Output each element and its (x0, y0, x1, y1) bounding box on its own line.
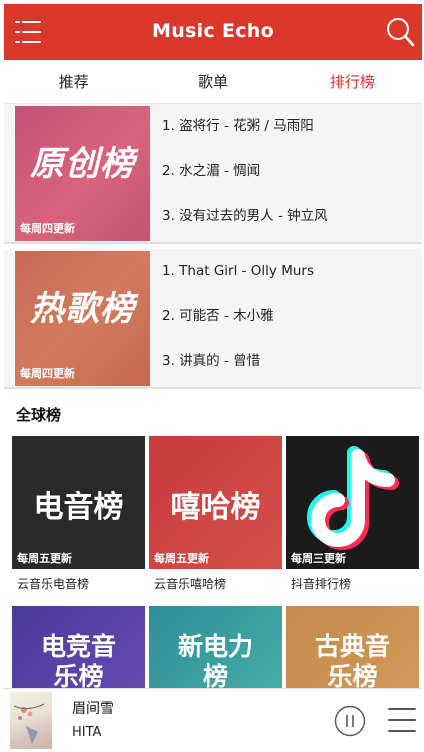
now-playing-title: 眉间雪 (72, 701, 114, 717)
global-chart-item[interactable]: 嘻哈榜 每周五更新 云音乐嘻哈榜 (149, 436, 282, 592)
chart-cover[interactable]: 古典音乐榜 (286, 606, 419, 688)
chart-name: 云音乐电音榜 (17, 577, 90, 591)
divider (4, 387, 422, 389)
app-header: Music Echo (4, 4, 422, 60)
mini-player[interactable]: 眉间雪 HITA (4, 688, 422, 752)
tab-bar: 推荐 歌单 排行榜 (4, 60, 422, 104)
chart-cover-art: 新电力榜 (177, 632, 253, 688)
album-art-image (13, 703, 45, 744)
chart-song[interactable]: 1. That Girl - Olly Murs (162, 249, 416, 294)
global-chart-item[interactable]: 新电力榜 (149, 606, 282, 688)
chart-cover[interactable]: 电音榜 每周五更新 (12, 436, 145, 569)
update-frequency: 每周四更新 (20, 222, 75, 235)
global-chart-item[interactable]: 电音榜 每周五更新 云音乐电音榜 (12, 436, 145, 592)
chart-cover-art: 热歌榜 (30, 289, 135, 329)
chart-cover[interactable]: 新电力榜 (149, 606, 282, 688)
tab-playlists[interactable]: 歌单 (143, 60, 282, 103)
chart-cover[interactable]: 原创榜 每周四更新 (15, 106, 150, 241)
chart-cover[interactable]: 电竞音乐榜 (12, 606, 145, 688)
chart-name: 云音乐嘻哈榜 (154, 577, 227, 591)
update-frequency: 每周三更新 (291, 552, 346, 565)
update-frequency: 每周五更新 (17, 552, 72, 565)
official-chart-card[interactable]: 热歌榜 每周四更新 1. That Girl - Olly Murs 2. 可能… (4, 249, 422, 389)
chart-cover-art: 嘻哈榜 (170, 490, 261, 525)
chart-cover[interactable]: 热歌榜 每周四更新 (15, 251, 150, 386)
search-icon[interactable] (384, 16, 416, 48)
chart-cover-art: 古典音乐榜 (314, 632, 390, 688)
chart-song[interactable]: 3. 没有过去的男人 - 钟立风 (162, 194, 416, 239)
global-chart-item[interactable]: 古典音乐榜 (286, 606, 419, 688)
chart-cover-art: 原创榜 (30, 144, 135, 184)
pause-icon[interactable] (334, 705, 366, 737)
now-playing-artist: HITA (72, 725, 102, 740)
divider (4, 242, 422, 244)
chart-song[interactable]: 1. 盗将行 - 花粥 / 马雨阳 (162, 104, 416, 149)
tab-charts[interactable]: 排行榜 (283, 60, 422, 103)
chart-song[interactable]: 2. 水之湄 - 惆闻 (162, 149, 416, 194)
global-chart-item[interactable]: 电竞音乐榜 (12, 606, 145, 688)
tab-recommend[interactable]: 推荐 (4, 60, 143, 103)
chart-song[interactable]: 2. 可能否 - 木小雅 (162, 294, 416, 339)
chart-list[interactable]: 原创榜 每周四更新 1. 盗将行 - 花粥 / 马雨阳 2. 水之湄 - 惆闻 … (4, 104, 422, 688)
section-title-global: 全球榜 (16, 406, 62, 424)
app-title: Music Echo (152, 20, 274, 42)
official-chart-card[interactable]: 原创榜 每周四更新 1. 盗将行 - 花粥 / 马雨阳 2. 水之湄 - 惆闻 … (4, 104, 422, 244)
chart-cover-art: 电竞音乐榜 (40, 632, 116, 688)
chart-cover[interactable]: 每周三更新 (286, 436, 419, 569)
global-chart-item[interactable]: 每周三更新 抖音排行榜 (286, 436, 419, 592)
update-frequency: 每周四更新 (20, 367, 75, 380)
chart-name: 抖音排行榜 (291, 577, 352, 591)
chart-cover[interactable]: 嘻哈榜 每周五更新 (149, 436, 282, 569)
playlist-icon[interactable] (387, 705, 417, 735)
album-art[interactable] (10, 692, 52, 749)
chart-song[interactable]: 3. 讲真的 - 曾惜 (162, 339, 416, 384)
update-frequency: 每周五更新 (154, 552, 209, 565)
chart-cover-art: 电音榜 (33, 490, 124, 525)
